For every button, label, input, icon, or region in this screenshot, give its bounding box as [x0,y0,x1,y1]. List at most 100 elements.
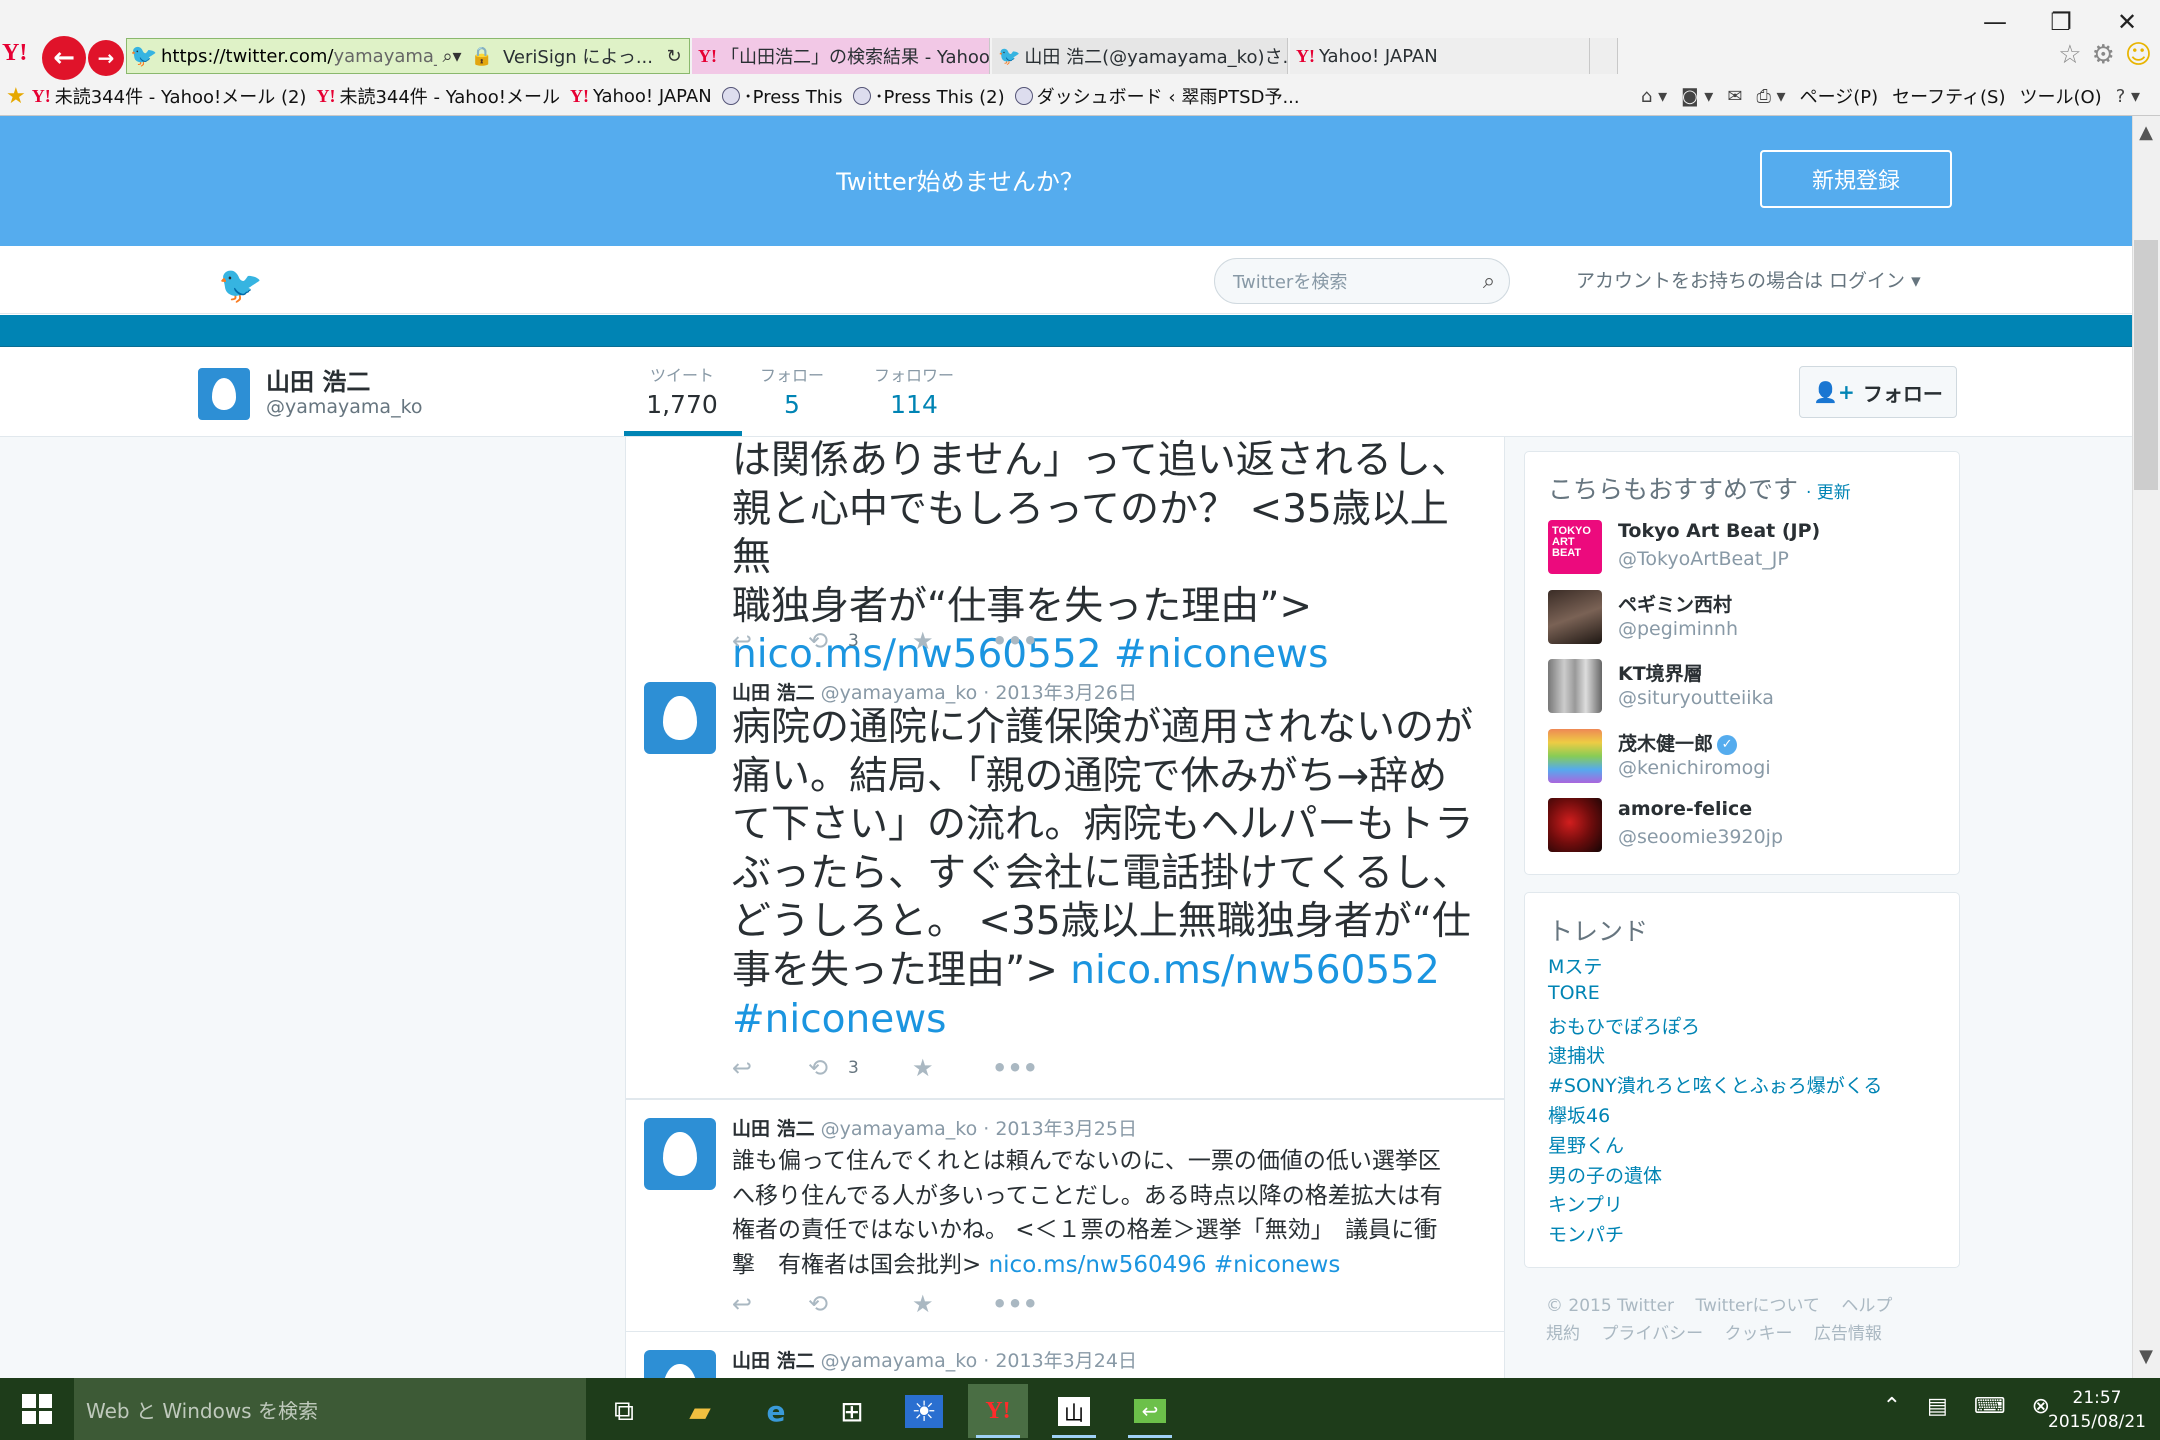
search-icon[interactable]: ⌕ [1469,269,1509,294]
address-bar[interactable]: 🐦 https://twitter.com/yamayama_ko ⌕▾ 🔒 V… [126,38,690,74]
help-icon[interactable]: ? ▾ [2116,86,2140,107]
user-avatar[interactable] [1548,590,1602,644]
back-button[interactable]: ← [42,36,86,80]
tweet[interactable]: 山田 浩二 @yamayama_ko · 2013年3月24日 [626,1332,1504,1378]
footer-link[interactable]: クッキー [1724,1324,1792,1344]
tweet-avatar[interactable] [644,1350,716,1378]
browser-tab[interactable]: Y! 「山田浩二」の検索結果 - Yahoo!... [692,38,990,74]
refresh-link[interactable]: · 更新 [1806,483,1851,503]
tweet-hashtag[interactable]: #niconews [1214,1252,1340,1278]
search-dropdown-icon[interactable]: ⌕▾ [437,46,467,67]
favorite-link[interactable]: ･Press This (2) [852,83,1005,109]
scroll-down-icon[interactable]: ▼ [2132,1346,2160,1374]
suggested-user[interactable]: KT境界層 @situryoutteiika [1548,659,1948,715]
twitter-search-input[interactable]: Twitterを検索 ⌕ [1214,258,1510,304]
trend-item[interactable]: #SONY潰れろと呟くとふぉろ爆がくる [1548,1071,1882,1098]
suggested-user[interactable]: amore-felice @seoomie3920jp [1548,798,1948,854]
more-icon[interactable]: ••• [992,1054,1038,1082]
green-app-icon[interactable]: ↩ [1120,1384,1180,1438]
home-icon[interactable]: ⌂ ▾ [1641,86,1667,107]
favorite-link[interactable]: ダッシュボード ‹ 翠雨PTSD予... [1014,83,1300,109]
minimize-icon[interactable]: — [1962,0,2028,44]
trend-item[interactable]: キンプリ [1548,1190,1623,1217]
home-icon[interactable]: ☆ [2058,40,2081,70]
more-icon[interactable]: ••• [992,627,1038,655]
suggested-user-name[interactable]: KT境界層 [1618,659,1703,686]
url-text[interactable]: https://twitter.com/yamayama_ko [161,46,437,67]
trend-item[interactable]: モンパチ [1548,1220,1624,1247]
retweet-icon[interactable]: ⟲ [808,627,848,655]
page-menu[interactable]: ページ(P) [1800,83,1879,109]
user-avatar[interactable] [1548,729,1602,783]
browser-tab-active[interactable]: 🐦山田 浩二(@yamayama_ko)さ...✕ [992,38,1288,74]
suggested-user[interactable]: ペギミン西村 @pegiminnh [1548,590,1948,646]
taskbar-search-input[interactable]: Web と Windows を検索 [74,1378,586,1440]
lock-icon[interactable]: 🔒 [467,46,497,67]
suggested-user-name[interactable]: ペギミン西村 [1618,590,1732,617]
tweet-date[interactable]: · 2013年3月26日 [983,682,1137,704]
footer-link[interactable]: 広告情報 [1814,1324,1882,1344]
favorite-icon[interactable]: ★ [912,1290,992,1318]
more-icon[interactable]: ••• [992,1290,1038,1318]
suggested-user[interactable]: 茂木健一郎 ✓ @kenichiromogi [1548,729,1948,785]
tweet[interactable]: 山田 浩二 @yamayama_ko · 2013年3月26日 病院の通院に介護… [626,664,1504,1100]
favorite-link[interactable]: Y! 未読344件 - Yahoo!メール [316,83,560,109]
scrollbar-thumb[interactable] [2134,240,2158,490]
suggested-user[interactable]: TOKYO ART BEAT Tokyo Art Beat (JP) @Toky… [1548,520,1948,576]
login-link[interactable]: アカウントをお持ちの場合は ログイン ▾ [1576,266,1921,293]
reply-icon[interactable]: ↩ [732,627,808,655]
profile-handle[interactable]: @yamayama_ko [266,396,423,418]
footer-link[interactable]: ヘルプ [1841,1296,1892,1316]
tweet-author-name[interactable]: 山田 浩二 [732,1118,815,1140]
restore-icon[interactable]: ❐ [2028,0,2094,44]
file-explorer-icon[interactable]: ▰ [670,1384,730,1438]
refresh-icon[interactable]: ↻ [659,46,689,67]
reply-icon[interactable]: ↩ [732,1290,808,1318]
chevron-up-icon[interactable]: ⌃ [1883,1394,1901,1419]
trend-item[interactable]: 星野くん [1548,1131,1624,1158]
suggested-user-name[interactable]: amore-felice [1618,798,1752,820]
trend-item[interactable]: TORE [1548,982,1600,1004]
avatar[interactable] [196,366,252,422]
tweet-hashtag[interactable]: #niconews [732,997,946,1042]
mail-icon[interactable]: ✉ [1727,86,1742,107]
print-icon[interactable]: ⎙ ▾ [1756,86,1785,107]
trend-item[interactable]: 逮捕状 [1548,1041,1605,1068]
footer-link[interactable]: Twitterについて [1695,1296,1819,1316]
scroll-up-icon[interactable]: ▲ [2132,122,2160,150]
browser-tab[interactable]: Y! Yahoo! JAPAN [1290,38,1590,74]
user-avatar[interactable] [1548,798,1602,852]
trend-item[interactable]: 男の子の遺体 [1548,1161,1662,1188]
rss-icon[interactable]: ◙ ▾ [1681,86,1713,107]
tweet-author-handle[interactable]: @yamayama_ko [821,682,978,704]
user-avatar[interactable]: TOKYO ART BEAT [1548,520,1602,574]
tweet-link[interactable]: nico.ms/nw560552 [1070,948,1440,993]
favorite-link[interactable]: Y! 未読344件 - Yahoo!メール (2) [32,83,307,109]
action-center-icon[interactable]: ▤ [1927,1394,1948,1419]
stat-tweets[interactable]: ツイート 1,770 [646,362,718,419]
tools-menu[interactable]: ツール(O) [2019,83,2101,109]
favorite-icon[interactable]: ★ [912,627,992,655]
trend-item[interactable]: おもひでぽろぽろ [1548,1012,1700,1039]
favorite-link[interactable]: ･Press This [721,83,843,109]
user-avatar[interactable] [1548,659,1602,713]
keyboard-icon[interactable]: ⌨ [1974,1394,2006,1419]
retweet-icon[interactable]: ⟲ [808,1054,848,1082]
stat-followers[interactable]: フォロワー 114 [866,362,962,419]
tweet-date[interactable]: · 2013年3月25日 [983,1118,1137,1140]
suggested-user-name[interactable]: Tokyo Art Beat (JP) [1618,520,1820,542]
tweet-author-name[interactable]: 山田 浩二 [732,682,815,704]
edge-icon[interactable]: e [746,1384,806,1438]
favorite-icon[interactable]: ★ [912,1054,992,1082]
follow-button[interactable]: 👤+ フォロー [1799,366,1957,418]
footer-link[interactable]: プライバシー [1601,1324,1703,1344]
suggested-user-name[interactable]: 茂木健一郎 ✓ [1618,729,1738,756]
tweet-avatar[interactable] [644,682,716,754]
tweet-link[interactable]: nico.ms/nw560496 [989,1252,1207,1278]
feedback-smiley-icon[interactable]: ☺ [2125,40,2152,70]
windows-start-icon[interactable] [22,1394,52,1424]
store-icon[interactable]: ⊞ [822,1384,882,1438]
tweet[interactable]: 山田 浩二 @yamayama_ko · 2013年3月25日 誰も偏って住んで… [626,1100,1504,1332]
tweet-avatar[interactable] [644,1118,716,1190]
tweet-author-handle[interactable]: @yamayama_ko [821,1118,978,1140]
